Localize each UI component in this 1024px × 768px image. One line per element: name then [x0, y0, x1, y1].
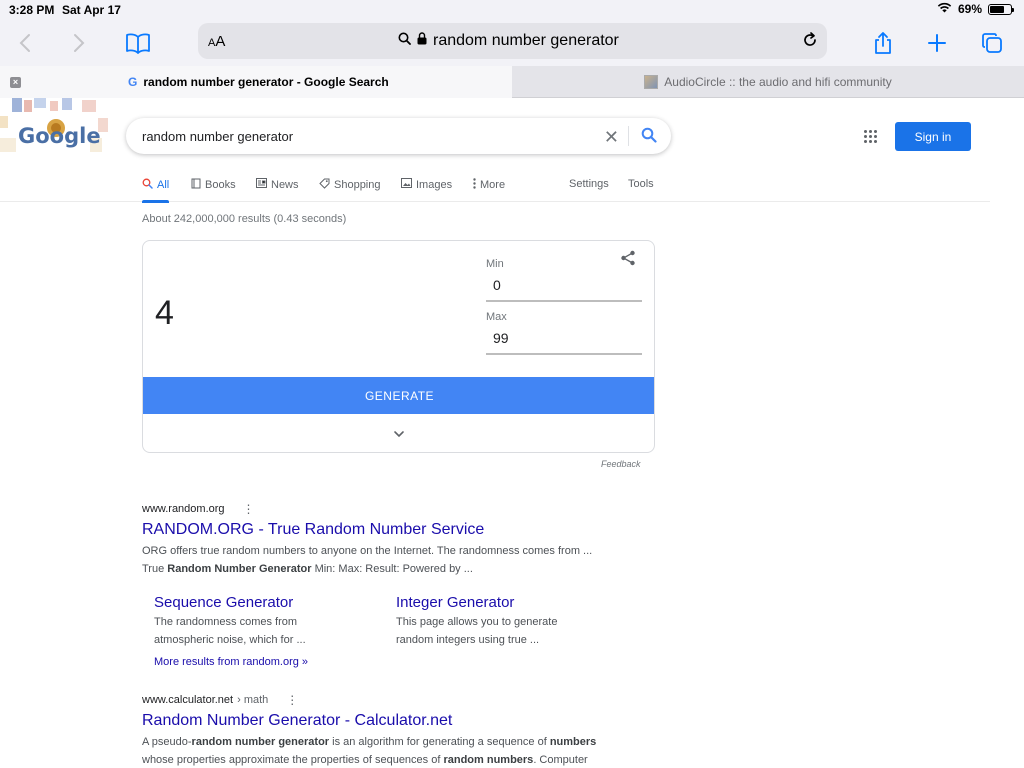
result-title-link[interactable]: Random Number Generator - Calculator.net	[142, 712, 622, 730]
clear-icon[interactable]: ✕	[604, 127, 619, 148]
max-underline	[486, 353, 642, 355]
tab-audiocircle[interactable]: AudioCircle :: the audio and hifi commun…	[512, 66, 1024, 98]
google-doodle-logo[interactable]: Google	[0, 98, 110, 158]
google-favicon-icon: G	[128, 75, 138, 89]
random-number-widget: 4 Min 0 Max 99 GENERATE	[142, 240, 655, 453]
book-open-icon	[126, 33, 150, 54]
share-button[interactable]	[868, 28, 898, 58]
min-label: Min	[486, 258, 504, 270]
search-icon	[142, 178, 153, 192]
book-icon	[191, 178, 201, 192]
address-bar[interactable]: AA random number generator	[198, 23, 827, 59]
chevron-down-icon[interactable]	[393, 425, 405, 443]
result-cite: www.calculator.net › math ⋮	[142, 693, 299, 707]
max-label: Max	[486, 311, 507, 323]
tab-overview-button[interactable]	[977, 28, 1007, 58]
tab-all[interactable]: All	[142, 178, 170, 203]
google-search-box[interactable]: random number generator ✕	[126, 118, 671, 154]
tab-title: random number generator - Google Search	[143, 75, 389, 89]
url-display[interactable]: random number generator	[398, 32, 619, 50]
google-results-page: Google random number generator ✕ Sign in…	[0, 98, 1024, 768]
share-icon[interactable]	[620, 250, 636, 271]
tag-icon	[319, 178, 330, 192]
result-stats: About 242,000,000 results (0.43 seconds)	[142, 213, 347, 225]
close-tab-icon[interactable]: ×	[10, 77, 21, 88]
more-vert-icon[interactable]: ⋮	[243, 503, 255, 515]
search-divider	[628, 126, 629, 146]
min-input[interactable]: 0	[493, 277, 501, 293]
more-vert-icon	[473, 178, 476, 192]
result-title-link[interactable]: RANDOM.ORG - True Random Number Service	[142, 521, 622, 539]
status-time: 3:28 PM	[9, 3, 55, 17]
sign-in-button[interactable]: Sign in	[895, 122, 971, 151]
tab-title: AudioCircle :: the audio and hifi commun…	[664, 75, 892, 89]
sitelink-desc: This page allows you to generate random i…	[396, 616, 558, 646]
sitelink-sequence-generator: Sequence Generator The randomness comes …	[154, 594, 354, 649]
lock-icon	[417, 32, 427, 50]
random-result: 4	[155, 294, 174, 332]
tab-shopping[interactable]: Shopping	[319, 178, 381, 192]
more-results-link[interactable]: More results from random.org »	[154, 656, 308, 668]
audiocircle-favicon-icon	[644, 75, 659, 89]
search-query[interactable]: random number generator	[142, 129, 293, 144]
generate-button[interactable]: GENERATE	[143, 377, 654, 414]
search-result: www.random.org ⋮ RANDOM.ORG - True Rando…	[142, 503, 622, 578]
plus-icon	[928, 34, 946, 52]
battery-fill	[990, 5, 1004, 13]
forward-button[interactable]	[64, 28, 94, 58]
tab-google-search[interactable]: × G random number generator - Google Sea…	[0, 66, 512, 98]
sitelink-integer-generator: Integer Generator This page allows you t…	[396, 594, 596, 649]
tab-images[interactable]: Images	[401, 178, 452, 191]
tab-books[interactable]: Books	[191, 178, 236, 192]
tabs-icon	[982, 33, 1002, 53]
feedback-link[interactable]: Feedback	[601, 459, 641, 469]
sitelink-title[interactable]: Sequence Generator	[154, 594, 354, 611]
tab-settings[interactable]: Settings	[569, 178, 609, 190]
new-tab-button[interactable]	[922, 28, 952, 58]
tab-bar: × G random number generator - Google Sea…	[0, 66, 1024, 98]
search-icon[interactable]	[641, 127, 657, 148]
status-right: 69%	[937, 2, 1014, 16]
battery-icon	[988, 3, 1014, 15]
reload-icon[interactable]	[801, 31, 819, 54]
result-cite: www.random.org ⋮	[142, 502, 255, 516]
url-text: random number generator	[433, 32, 619, 49]
safari-toolbar: AA random number generator	[0, 20, 1024, 66]
search-result: www.calculator.net › math ⋮ Random Numbe…	[142, 694, 622, 768]
tab-tools[interactable]: Tools	[628, 178, 654, 190]
sitelink-desc: The randomness comes from atmospheric noi…	[154, 616, 306, 646]
sitelink-title[interactable]: Integer Generator	[396, 594, 596, 611]
battery-percent: 69%	[957, 2, 982, 16]
status-date: Sat Apr 17	[62, 3, 121, 17]
status-bar: 3:28 PM Sat Apr 17 69%	[0, 0, 1024, 20]
result-snippet: A pseudo-random number generator is an a…	[142, 736, 597, 766]
text-size-button[interactable]: AA	[208, 33, 225, 50]
bookmarks-button[interactable]	[123, 28, 153, 58]
result-snippet: ORG offers true random numbers to anyone…	[142, 545, 593, 575]
max-input[interactable]: 99	[493, 330, 509, 346]
search-nav-tabs: All Books News Shopping Images More Sett…	[0, 170, 990, 203]
back-button[interactable]	[10, 28, 40, 58]
apps-grid-icon[interactable]	[864, 130, 878, 144]
image-icon	[401, 178, 412, 191]
search-icon	[398, 32, 411, 50]
share-icon	[875, 32, 891, 54]
min-underline	[486, 300, 642, 302]
google-logo-text: Google	[18, 124, 101, 148]
tab-more[interactable]: More	[473, 178, 505, 192]
tab-news[interactable]: News	[256, 178, 299, 191]
more-vert-icon[interactable]: ⋮	[286, 694, 298, 706]
wifi-icon	[937, 2, 952, 16]
news-icon	[256, 178, 267, 191]
